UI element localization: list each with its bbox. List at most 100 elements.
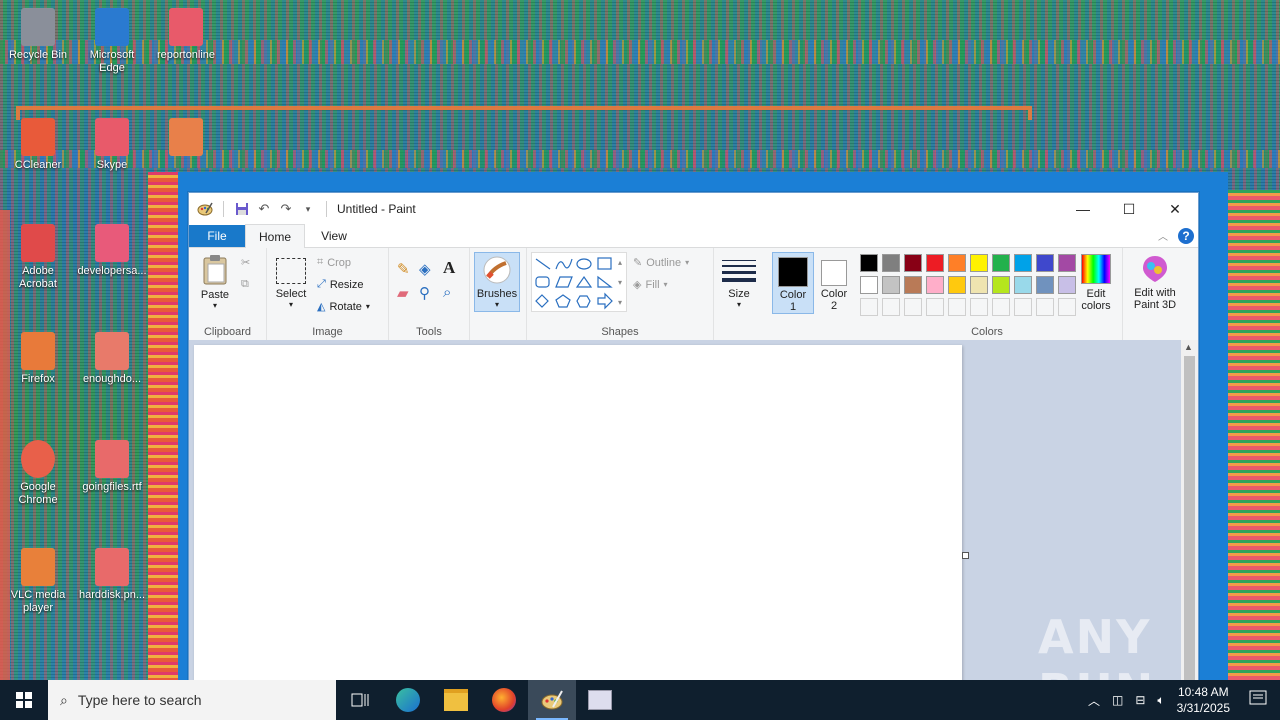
palette-empty-swatch[interactable]	[882, 298, 900, 316]
desktop-icon-chrome[interactable]: Google Chrome	[2, 440, 74, 507]
ccleaner-icon	[21, 118, 55, 156]
taskbar-edge[interactable]	[384, 680, 432, 720]
paint-app-icon[interactable]	[197, 201, 213, 217]
palette-empty-swatch[interactable]	[1058, 298, 1076, 316]
paste-button[interactable]: Paste ▾	[195, 254, 235, 310]
desktop-icon-enoughdo[interactable]: enoughdo...	[76, 332, 148, 386]
save-icon[interactable]	[234, 201, 250, 217]
tab-file[interactable]: File	[189, 225, 245, 247]
network-icon[interactable]: ⊟	[1135, 693, 1145, 707]
scroll-up-icon[interactable]: ▲	[1184, 342, 1193, 352]
crop-button[interactable]: ⌗ Crop	[317, 256, 351, 269]
palette-swatch[interactable]	[882, 276, 900, 294]
edit-with-paint3d-button[interactable]: Edit with Paint 3D	[1127, 254, 1183, 311]
outline-icon: ✎	[633, 257, 643, 269]
cut-icon[interactable]: ✂	[241, 256, 250, 269]
desktop-icon-edge[interactable]: Microsoft Edge	[76, 8, 148, 75]
palette-swatch[interactable]	[1058, 276, 1076, 294]
palette-swatch[interactable]	[970, 254, 988, 272]
edit-colors-button[interactable]: Edit colors	[1076, 254, 1116, 312]
undo-icon[interactable]: ↶	[256, 201, 272, 217]
palette-empty-swatch[interactable]	[970, 298, 988, 316]
desktop-icon-file[interactable]	[150, 118, 222, 159]
redo-icon[interactable]: ↷	[278, 201, 294, 217]
desktop-icon-vlc[interactable]: VLC media player	[2, 548, 74, 615]
desktop-icon-goingfiles[interactable]: goingfiles.rtf	[76, 440, 148, 494]
desktop-icon-reportonline[interactable]: reportonline	[150, 8, 222, 62]
palette-empty-swatch[interactable]	[926, 298, 944, 316]
size-button[interactable]: Size ▾	[722, 260, 756, 309]
magnifier-icon[interactable]: ⌕	[443, 284, 451, 301]
palette-swatch[interactable]	[948, 276, 966, 294]
volume-icon[interactable]: 🔈︎	[1157, 693, 1164, 708]
rotate-button[interactable]: ◭ Rotate ▾	[317, 300, 370, 314]
color-picker-icon[interactable]: ⚲	[419, 284, 430, 302]
taskbar-file-explorer[interactable]	[432, 680, 480, 720]
palette-swatch[interactable]	[904, 276, 922, 294]
canvas-resize-handle[interactable]	[962, 552, 969, 559]
taskbar-paint[interactable]	[528, 680, 576, 720]
palette-swatch[interactable]	[1014, 276, 1032, 294]
palette-empty-swatch[interactable]	[992, 298, 1010, 316]
color2-button[interactable]: Color 2	[814, 252, 854, 312]
resize-button[interactable]: ⤢ Resize	[317, 278, 363, 291]
select-button[interactable]: Select ▾	[273, 258, 309, 309]
palette-swatch[interactable]	[1036, 254, 1054, 272]
svg-text:▾: ▾	[618, 298, 622, 307]
palette-swatch[interactable]	[1014, 254, 1032, 272]
search-box[interactable]: ⌕ Type here to search	[48, 680, 336, 720]
desktop-icon-ccleaner[interactable]: CCleaner	[2, 118, 74, 172]
task-view-button[interactable]	[336, 680, 384, 720]
palette-swatch[interactable]	[860, 254, 878, 272]
palette-swatch[interactable]	[926, 254, 944, 272]
drawing-canvas[interactable]	[194, 345, 962, 681]
copy-icon[interactable]: ⧉	[241, 278, 249, 291]
palette-empty-swatch[interactable]	[860, 298, 878, 316]
palette-empty-swatch[interactable]	[948, 298, 966, 316]
close-button[interactable]: ✕	[1152, 193, 1198, 225]
desktop-icon-developersa[interactable]: developersa...	[76, 224, 148, 278]
palette-swatch[interactable]	[860, 276, 878, 294]
palette-empty-swatch[interactable]	[904, 298, 922, 316]
palette-swatch[interactable]	[992, 276, 1010, 294]
color1-button[interactable]: Color 1	[772, 252, 814, 314]
shapes-gallery[interactable]: ▴ ▾ ▾	[531, 252, 627, 312]
palette-swatch[interactable]	[926, 276, 944, 294]
palette-empty-swatch[interactable]	[1014, 298, 1032, 316]
fill-button[interactable]: ◈ Fill ▾	[633, 278, 668, 292]
desktop-icon-firefox[interactable]: Firefox	[2, 332, 74, 386]
palette-swatch[interactable]	[1036, 276, 1054, 294]
eraser-icon[interactable]: ▰	[397, 284, 409, 302]
desktop-icon-harddisk[interactable]: harddisk.pn...	[76, 548, 148, 602]
palette-swatch[interactable]	[904, 254, 922, 272]
notification-center-button[interactable]	[1248, 688, 1272, 712]
palette-swatch[interactable]	[992, 254, 1010, 272]
taskbar-firefox[interactable]	[480, 680, 528, 720]
maximize-button[interactable]: ☐	[1106, 193, 1152, 225]
desktop-icon-skype[interactable]: Skype	[76, 118, 148, 172]
desktop-icon-recycle-bin[interactable]: Recycle Bin	[2, 8, 74, 62]
desktop-icon-acrobat[interactable]: Adobe Acrobat	[2, 224, 74, 291]
palette-swatch[interactable]	[882, 254, 900, 272]
text-icon[interactable]: A	[443, 258, 455, 278]
tab-home[interactable]: Home	[245, 224, 305, 248]
palette-swatch[interactable]	[970, 276, 988, 294]
palette-swatch[interactable]	[948, 254, 966, 272]
customize-toolbar-icon[interactable]: ▾	[300, 201, 316, 217]
taskbar-app[interactable]	[576, 680, 624, 720]
outline-button[interactable]: ✎ Outline ▾	[633, 256, 689, 270]
minimize-button[interactable]: —	[1060, 193, 1106, 225]
paint3d-icon	[1143, 256, 1167, 282]
collapse-ribbon-icon[interactable]: ︿	[1158, 228, 1168, 243]
help-icon[interactable]: ?	[1178, 228, 1194, 244]
tab-view[interactable]: View	[305, 225, 363, 247]
palette-empty-swatch[interactable]	[1036, 298, 1054, 316]
chevron-up-icon[interactable]: ︿	[1088, 692, 1100, 709]
pencil-icon[interactable]: ✎	[397, 260, 410, 278]
brushes-button[interactable]: Brushes ▾	[474, 252, 520, 312]
fill-bucket-icon[interactable]: ◈	[419, 260, 431, 278]
start-button[interactable]	[0, 680, 48, 720]
palette-swatch[interactable]	[1058, 254, 1076, 272]
clock[interactable]: 10:48 AM 3/31/2025	[1177, 684, 1230, 716]
notification-app-icon[interactable]: ◫	[1112, 693, 1123, 707]
